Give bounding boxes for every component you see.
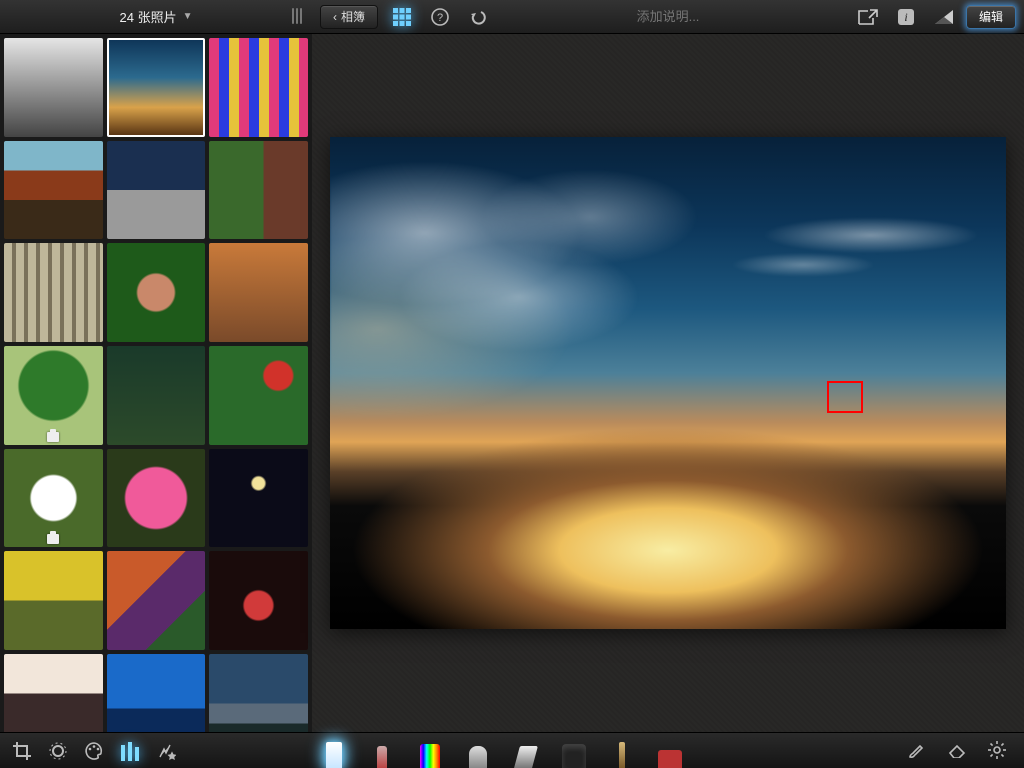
thumbnail[interactable] (4, 551, 103, 650)
help-icon[interactable]: ? (426, 5, 454, 29)
crop-icon[interactable] (6, 737, 38, 765)
grid-view-icon[interactable] (388, 5, 416, 29)
brush-rainbow[interactable] (418, 738, 442, 768)
brush-highlight[interactable] (322, 738, 346, 768)
thumbnail[interactable] (4, 449, 103, 548)
brush-bar (210, 732, 1024, 768)
brush-list (322, 732, 682, 768)
thumbnail[interactable] (209, 551, 308, 650)
edited-badge-icon (47, 432, 59, 442)
thumbnail[interactable] (209, 38, 308, 137)
brush-bar-right (904, 732, 1024, 768)
edit-button-label: 编辑 (979, 8, 1003, 25)
adjust-icon[interactable] (930, 5, 958, 29)
thumbnail[interactable] (107, 551, 206, 650)
thumbnail[interactable] (4, 346, 103, 445)
thumbnail[interactable] (107, 243, 206, 342)
edit-button[interactable]: 编辑 (966, 5, 1016, 29)
thumbnail-grid (4, 38, 308, 732)
crop-marker[interactable] (827, 381, 863, 413)
share-icon[interactable] (854, 5, 882, 29)
svg-text:?: ? (437, 12, 443, 24)
chevron-down-icon: ▼ (183, 11, 193, 22)
undo-icon[interactable] (464, 5, 492, 29)
main-topbar: ‹ 相簿 ? i 编辑 (312, 0, 1024, 34)
sidebar-topbar: 24 张照片 ▼ (0, 0, 312, 34)
brush-red[interactable] (370, 738, 394, 768)
thumbnail[interactable] (209, 346, 308, 445)
back-button-label: 相簿 (341, 8, 365, 25)
brush-paint-icon[interactable] (904, 737, 930, 763)
brush-soft[interactable] (466, 738, 490, 768)
gear-icon[interactable] (984, 737, 1010, 763)
thumbnail[interactable] (209, 141, 308, 240)
thumbnail[interactable] (4, 38, 103, 137)
caption-input[interactable] (492, 9, 844, 24)
back-button[interactable]: ‹ 相簿 (320, 5, 378, 29)
photo-canvas (312, 34, 1024, 732)
thumbnail[interactable] (107, 346, 206, 445)
thumbnail[interactable] (107, 141, 206, 240)
main-photo[interactable] (330, 137, 1006, 629)
thumbnail[interactable] (107, 654, 206, 732)
thumbnail[interactable] (209, 243, 308, 342)
eraser-icon[interactable] (944, 737, 970, 763)
brush-chisel[interactable] (514, 738, 538, 768)
thumbnail[interactable] (4, 141, 103, 240)
thumbnail-sidebar (0, 34, 312, 732)
thumbnail[interactable] (4, 243, 103, 342)
exposure-icon[interactable] (42, 737, 74, 765)
brush-pencil[interactable] (610, 738, 634, 768)
photo-count-label: 24 张照片 (120, 7, 177, 26)
brush-dark[interactable] (562, 738, 586, 768)
thumbnail[interactable] (209, 449, 308, 548)
brush-brick[interactable] (658, 738, 682, 768)
brushes-icon[interactable] (114, 737, 146, 765)
sidebar-toolstrip (0, 732, 210, 768)
edited-badge-icon (47, 534, 59, 544)
thumbnail[interactable] (209, 654, 308, 732)
effects-icon[interactable] (150, 737, 182, 765)
columns-icon[interactable] (288, 8, 306, 24)
palette-icon[interactable] (78, 737, 110, 765)
thumbnail[interactable] (107, 449, 206, 548)
photo-count-dropdown[interactable]: 24 张照片 ▼ (120, 7, 193, 26)
svg-text:i: i (904, 10, 907, 24)
thumbnail[interactable] (4, 654, 103, 732)
thumbnail[interactable] (107, 38, 206, 137)
info-icon[interactable]: i (892, 5, 920, 29)
